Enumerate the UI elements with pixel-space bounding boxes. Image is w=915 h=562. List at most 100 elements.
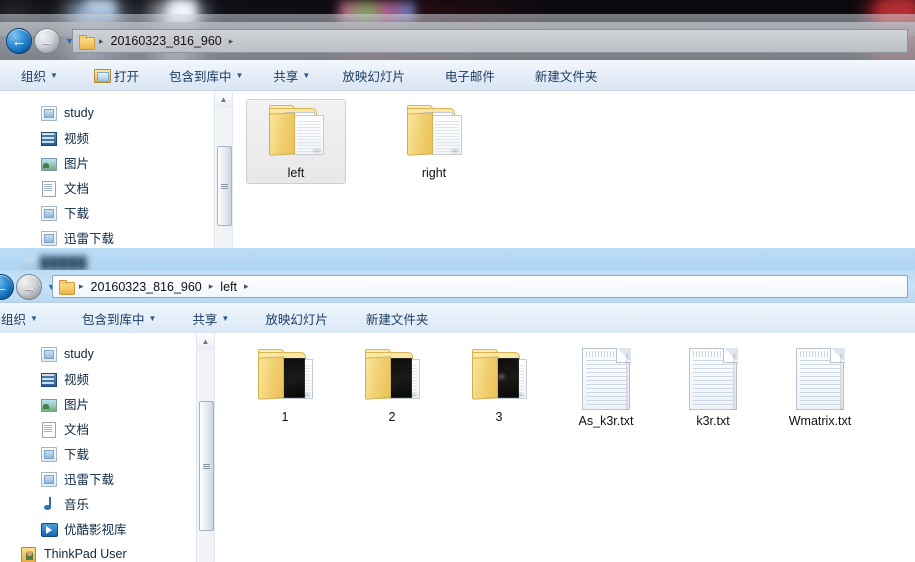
command-bar-bottom: 组织 ▼ 包含到库中 ▼ 共享 ▼ 放映幻灯片 新建文件夹 [0, 303, 915, 334]
toolbar-open[interactable]: 打开 [85, 64, 148, 86]
file-item-3[interactable]: 3 [449, 343, 549, 432]
nav-item-label: 优酷影视库 [64, 523, 127, 537]
back-arrow-icon: ← [0, 278, 9, 296]
toolbar-new-folder[interactable]: 新建文件夹 [526, 64, 607, 86]
toolbar-new-folder-label: 新建文件夹 [365, 312, 429, 327]
back-button[interactable]: ← [0, 274, 14, 300]
toolbar-email[interactable]: 电子邮件 [436, 64, 504, 86]
file-grid-top: left right [246, 99, 484, 184]
file-item-label: left [287, 166, 305, 180]
file-item-label: 2 [388, 410, 396, 424]
toolbar-slideshow[interactable]: 放映幻灯片 [333, 64, 414, 86]
nav-item-label: 迅雷下载 [64, 232, 115, 246]
nav-item-thunder-downloads[interactable]: 迅雷下载 [0, 466, 214, 491]
nav-item-downloads[interactable]: 下载 [0, 200, 232, 225]
scroll-up-arrow-icon[interactable]: ▲ [215, 91, 232, 108]
library-folder-icon [40, 446, 57, 462]
file-item-left[interactable]: left [246, 99, 346, 184]
window-body-bottom: study 视频 图片 文档 下载 迅雷下载 音乐 优酷影视库 ThinkPad… [0, 333, 915, 562]
nav-item-youku-library[interactable]: 优酷影视库 [0, 516, 214, 541]
nav-item-music[interactable]: 音乐 [0, 491, 214, 516]
scrollbar-grip-icon [221, 183, 228, 189]
title-bar-text: █████ [40, 256, 88, 270]
navigation-tree-top: study 视频 图片 文档 下载 迅雷下载 [0, 100, 232, 248]
explorer-window-top[interactable]: ← → ▼ ▸ 20160323_816_960 ▸ 组织 ▼ 打开 包含到库中… [0, 14, 915, 248]
file-item-as-k3r-txt[interactable]: As_k3r.txt [556, 343, 656, 432]
toolbar-share[interactable]: 共享 ▼ [183, 307, 238, 329]
chevron-down-icon: ▼ [221, 313, 230, 323]
folder-photos-icon [361, 348, 423, 406]
toolbar-slideshow[interactable]: 放映幻灯片 [256, 307, 337, 329]
nav-item-label: 文档 [64, 182, 90, 196]
file-list-pane-top[interactable]: left right [233, 91, 915, 248]
forward-button[interactable]: → [34, 28, 60, 54]
file-item-2[interactable]: 2 [342, 343, 442, 432]
nav-item-pictures[interactable]: 图片 [0, 391, 214, 416]
back-button[interactable]: ← [6, 28, 32, 54]
breadcrumb-separator[interactable]: ▸ [206, 281, 217, 292]
toolbar-include-in-library[interactable]: 包含到库中 ▼ [73, 307, 165, 329]
navigation-pane-bottom[interactable]: study 视频 图片 文档 下载 迅雷下载 音乐 优酷影视库 ThinkPad… [0, 333, 215, 562]
navigation-pane-scrollbar-bottom[interactable]: ▲ [196, 333, 214, 562]
nav-item-label: ThinkPad User [44, 546, 127, 561]
chevron-down-icon: ▼ [302, 70, 311, 80]
file-item-right[interactable]: right [384, 99, 484, 184]
toolbar-share-label: 共享 [192, 312, 218, 327]
scrollbar-grip-icon [203, 463, 210, 469]
forward-arrow-icon: → [21, 278, 37, 296]
open-folder-icon [93, 68, 111, 83]
toolbar-share[interactable]: 共享 ▼ [264, 64, 319, 86]
nav-item-documents[interactable]: 文档 [0, 416, 214, 441]
breadcrumb-segment-1[interactable]: 20160323_816_960 [107, 34, 226, 48]
breadcrumb-bar-top[interactable]: ▸ 20160323_816_960 ▸ [72, 29, 908, 53]
address-bar-bottom: ← → ▼ ▸ 20160323_816_960 ▸ left ▸ [0, 270, 915, 302]
nav-item-label: 视频 [64, 373, 90, 387]
navigation-buttons-top: ← → ▼ [6, 28, 74, 54]
scrollbar-thumb[interactable] [217, 146, 232, 226]
breadcrumb-bar-bottom[interactable]: ▸ 20160323_816_960 ▸ left ▸ [52, 275, 908, 298]
breadcrumb-segment-2[interactable]: left [216, 280, 241, 294]
library-folder-icon [40, 105, 57, 121]
nav-item-documents[interactable]: 文档 [0, 175, 232, 200]
explorer-window-bottom[interactable]: █████ ← → ▼ ▸ 20160323_816_960 ▸ left ▸ … [0, 248, 915, 562]
file-list-pane-bottom[interactable]: 1 2 3 As_k3r.txt k3r.txt Wmatrix.txt [215, 333, 915, 562]
navigation-pane-scrollbar-top[interactable]: ▲ [214, 91, 232, 248]
nav-item-label: 下载 [64, 448, 90, 462]
breadcrumb-separator-trailing[interactable]: ▸ [226, 36, 237, 47]
file-item-label: 1 [281, 410, 289, 424]
nav-item-thunder-downloads[interactable]: 迅雷下载 [0, 225, 232, 248]
toolbar-open-label: 打开 [113, 69, 139, 84]
toolbar-share-label: 共享 [273, 69, 299, 84]
forward-button[interactable]: → [16, 274, 42, 300]
file-item-k3r-txt[interactable]: k3r.txt [663, 343, 763, 432]
file-item-label: right [421, 166, 447, 180]
nav-item-label: 图片 [64, 157, 90, 171]
nav-item-videos[interactable]: 视频 [0, 366, 214, 391]
toolbar-include-label: 包含到库中 [168, 69, 232, 84]
file-grid-bottom: 1 2 3 As_k3r.txt k3r.txt Wmatrix.txt [235, 343, 870, 432]
file-item-label: 3 [495, 410, 503, 424]
music-library-icon [40, 496, 57, 512]
documents-library-icon [40, 421, 57, 438]
scrollbar-thumb[interactable] [199, 401, 214, 531]
nav-item-thinkpad-user[interactable]: ThinkPad User [0, 541, 214, 562]
nav-item-videos[interactable]: 视频 [0, 125, 232, 150]
toolbar-new-folder[interactable]: 新建文件夹 [357, 307, 438, 329]
navigation-pane-top[interactable]: study 视频 图片 文档 下载 迅雷下载 ▲ [0, 91, 233, 248]
scroll-up-arrow-icon[interactable]: ▲ [197, 333, 214, 350]
file-item-wmatrix-txt[interactable]: Wmatrix.txt [770, 343, 870, 432]
nav-item-label: 图片 [64, 398, 90, 412]
toolbar-include-in-library[interactable]: 包含到库中 ▼ [160, 64, 252, 86]
file-item-1[interactable]: 1 [235, 343, 335, 432]
nav-item-study[interactable]: study [0, 100, 232, 125]
nav-item-pictures[interactable]: 图片 [0, 150, 232, 175]
nav-item-downloads[interactable]: 下载 [0, 441, 214, 466]
folder-photos-icon [468, 348, 530, 406]
breadcrumb-segment-1[interactable]: 20160323_816_960 [87, 280, 206, 294]
nav-item-study[interactable]: study [0, 341, 214, 366]
toolbar-organize[interactable]: 组织 ▼ [12, 64, 67, 86]
breadcrumb-separator-trailing[interactable]: ▸ [241, 281, 252, 292]
toolbar-organize[interactable]: 组织 ▼ [0, 307, 47, 329]
folder-documents-icon [403, 104, 465, 162]
nav-item-label: 音乐 [64, 498, 90, 512]
